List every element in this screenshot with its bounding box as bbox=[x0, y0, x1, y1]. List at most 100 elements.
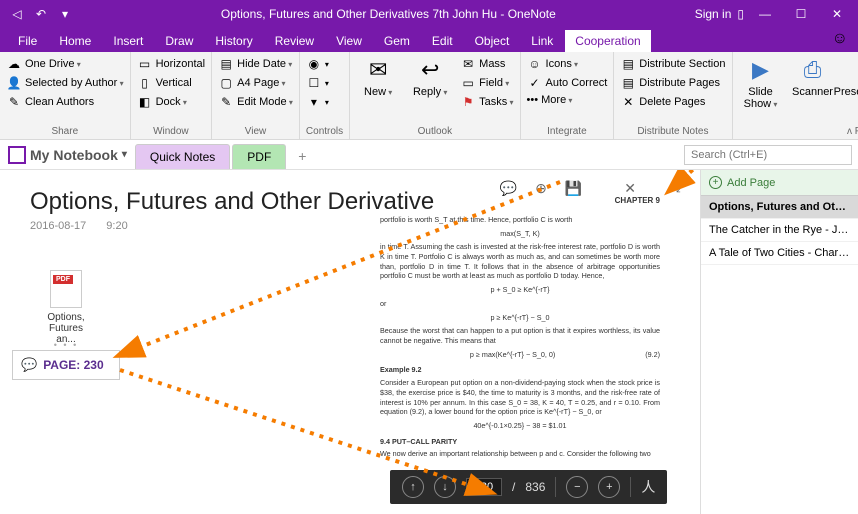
pdf-nav-bar: ↑ ↓ / 836 − + 人 bbox=[390, 470, 667, 504]
scanner-button[interactable]: ⎙Scanner bbox=[791, 56, 835, 124]
mass-button[interactable]: ✉Mass bbox=[460, 56, 513, 72]
pdf-chapter: CHAPTER 9 bbox=[380, 196, 660, 207]
tab-review[interactable]: Review bbox=[265, 30, 324, 52]
ribbon: ☁One Drive 👤Selected by Author ✎Clean Au… bbox=[0, 52, 858, 140]
control1-button[interactable]: ◉▾ bbox=[306, 56, 329, 72]
dock-icon: ◧ bbox=[137, 94, 153, 110]
autocorrect-button[interactable]: ✓Auto Correct bbox=[527, 75, 608, 91]
pdf-down-button[interactable]: ↓ bbox=[434, 476, 456, 498]
collapse-ribbon-icon[interactable]: ʌ bbox=[847, 126, 852, 137]
icons-button[interactable]: ☺Icons bbox=[527, 56, 608, 72]
a4-page-button[interactable]: ▢A4 Page bbox=[218, 75, 293, 91]
account-icon[interactable]: ▯ bbox=[737, 7, 744, 21]
notebook-selector[interactable]: My Notebook ▾ bbox=[0, 146, 135, 164]
page-time: 9:20 bbox=[106, 220, 127, 232]
tab-home[interactable]: Home bbox=[49, 30, 101, 52]
section-tab-quick-notes[interactable]: Quick Notes bbox=[135, 144, 230, 169]
page-canvas[interactable]: Options, Futures and Other Derivative 20… bbox=[0, 170, 700, 514]
distribute-section-button[interactable]: ▤Distribute Section bbox=[620, 56, 725, 72]
group-label: Integrate bbox=[527, 124, 608, 137]
qa-caret-icon[interactable]: ▾ bbox=[56, 7, 74, 21]
page-number-text: PAGE: 230 bbox=[43, 358, 103, 372]
vertical-icon: ▯ bbox=[137, 75, 153, 91]
plus-icon: + bbox=[709, 176, 722, 189]
new-mail-button[interactable]: ✉New bbox=[356, 56, 400, 124]
pdf-page-input[interactable] bbox=[466, 478, 502, 496]
dropdown-icon: ▾ bbox=[306, 94, 322, 110]
field-icon: ▭ bbox=[460, 75, 476, 91]
pdf-up-button[interactable]: ↑ bbox=[402, 476, 424, 498]
maximize-button[interactable]: ☐ bbox=[786, 7, 816, 21]
scanner-icon: ⎙ bbox=[799, 56, 827, 84]
more-button[interactable]: ••• More bbox=[527, 94, 608, 106]
add-page-button[interactable]: + Add Page bbox=[701, 170, 858, 196]
delete-icon: ✕ bbox=[620, 94, 636, 110]
pdf-comment-icon[interactable]: 💬 bbox=[500, 180, 517, 197]
tab-view[interactable]: View bbox=[326, 30, 372, 52]
selected-by-author-button[interactable]: 👤Selected by Author bbox=[6, 75, 124, 91]
pdf-file-icon bbox=[50, 270, 82, 308]
drag-handle-icon[interactable]: • • • bbox=[12, 340, 120, 350]
pdf-save-icon[interactable]: 💾 bbox=[565, 180, 582, 197]
tab-object[interactable]: Object bbox=[465, 30, 520, 52]
tab-cooperation[interactable]: Cooperation bbox=[565, 30, 650, 52]
pdf-zoom-in-button[interactable]: + bbox=[598, 476, 620, 498]
page-list-item[interactable]: A Tale of Two Cities - Charles Dic bbox=[701, 242, 858, 265]
page-list-item[interactable]: Options, Futures and Other Deriva bbox=[701, 196, 858, 219]
undo-icon[interactable]: ↶ bbox=[32, 7, 50, 21]
tab-edit[interactable]: Edit bbox=[422, 30, 463, 52]
pdf-attachment[interactable]: Options, Futures an... bbox=[38, 270, 94, 345]
presentation-button[interactable]: PPresentation bbox=[843, 56, 858, 124]
vertical-button[interactable]: ▯Vertical bbox=[137, 75, 206, 91]
page-number-note[interactable]: • • • 💬 PAGE: 230 bbox=[12, 340, 120, 380]
horizontal-button[interactable]: ▭Horizontal bbox=[137, 56, 206, 72]
close-button[interactable]: ✕ bbox=[822, 7, 852, 21]
reply-button[interactable]: ↩Reply bbox=[408, 56, 452, 124]
add-section-button[interactable]: + bbox=[288, 143, 316, 169]
tab-link[interactable]: Link bbox=[521, 30, 563, 52]
tab-file[interactable]: File bbox=[8, 30, 47, 52]
control3-button[interactable]: ▾▾ bbox=[306, 94, 329, 110]
page-icon: ▢ bbox=[218, 75, 234, 91]
page-list-item[interactable]: The Catcher in the Rye - J.D. Salin bbox=[701, 219, 858, 242]
reply-icon: ↩ bbox=[416, 56, 444, 84]
distribute-pages-button[interactable]: ▤Distribute Pages bbox=[620, 75, 725, 91]
nav-left-icon[interactable]: ◁ bbox=[8, 7, 26, 21]
ribbon-group-view: ▤Hide Date ▢A4 Page ✎Edit Mode View bbox=[212, 52, 300, 139]
onedrive-button[interactable]: ☁One Drive bbox=[6, 56, 124, 72]
tab-draw[interactable]: Draw bbox=[155, 30, 203, 52]
pdf-page-view[interactable]: 230 CHAPTER 9 portfolio is worth S_T at … bbox=[380, 196, 660, 476]
tasks-button[interactable]: ⚑Tasks bbox=[460, 94, 513, 110]
hide-date-button[interactable]: ▤Hide Date bbox=[218, 56, 293, 72]
minimize-button[interactable]: — bbox=[750, 7, 780, 21]
pencil-icon: ✎ bbox=[218, 94, 234, 110]
sign-in-link[interactable]: Sign in bbox=[695, 7, 732, 21]
section-tab-pdf[interactable]: PDF bbox=[232, 144, 286, 169]
search-input[interactable] bbox=[684, 145, 852, 165]
delete-pages-button[interactable]: ✕Delete Pages bbox=[620, 94, 725, 110]
search-box[interactable] bbox=[684, 145, 852, 165]
control2-button[interactable]: ☐▾ bbox=[306, 75, 329, 91]
group-label: Outlook bbox=[356, 124, 513, 137]
dock-button[interactable]: ◧Dock bbox=[137, 94, 206, 110]
pages-icon: ▤ bbox=[620, 75, 636, 91]
field-button[interactable]: ▭Field bbox=[460, 75, 513, 91]
smiley-icon[interactable]: ☺ bbox=[822, 26, 858, 52]
mail-icon: ✉ bbox=[364, 56, 392, 84]
edit-mode-button[interactable]: ✎Edit Mode bbox=[218, 94, 293, 110]
calendar-icon: ▤ bbox=[218, 56, 234, 72]
clean-authors-button[interactable]: ✎Clean Authors bbox=[6, 94, 124, 110]
pdf-zoom-out-button[interactable]: − bbox=[566, 476, 588, 498]
tab-history[interactable]: History bbox=[205, 30, 262, 52]
pdf-close-icon[interactable]: ✕ bbox=[624, 180, 636, 197]
slide-show-button[interactable]: ▶Slide Show bbox=[739, 56, 783, 124]
tab-insert[interactable]: Insert bbox=[103, 30, 153, 52]
expand-icon[interactable]: ⤢ bbox=[676, 180, 686, 196]
checkbox-icon: ☐ bbox=[306, 75, 322, 91]
radio-icon: ◉ bbox=[306, 56, 322, 72]
adobe-logo-icon[interactable]: 人 bbox=[641, 477, 655, 497]
tab-gem[interactable]: Gem bbox=[374, 30, 420, 52]
ribbon-group-outlook: ✉New ↩Reply ✉Mass ▭Field ⚑Tasks Outlook bbox=[350, 52, 520, 139]
group-label: View bbox=[218, 124, 293, 137]
pdf-add-icon[interactable]: ⊕ bbox=[535, 180, 547, 197]
